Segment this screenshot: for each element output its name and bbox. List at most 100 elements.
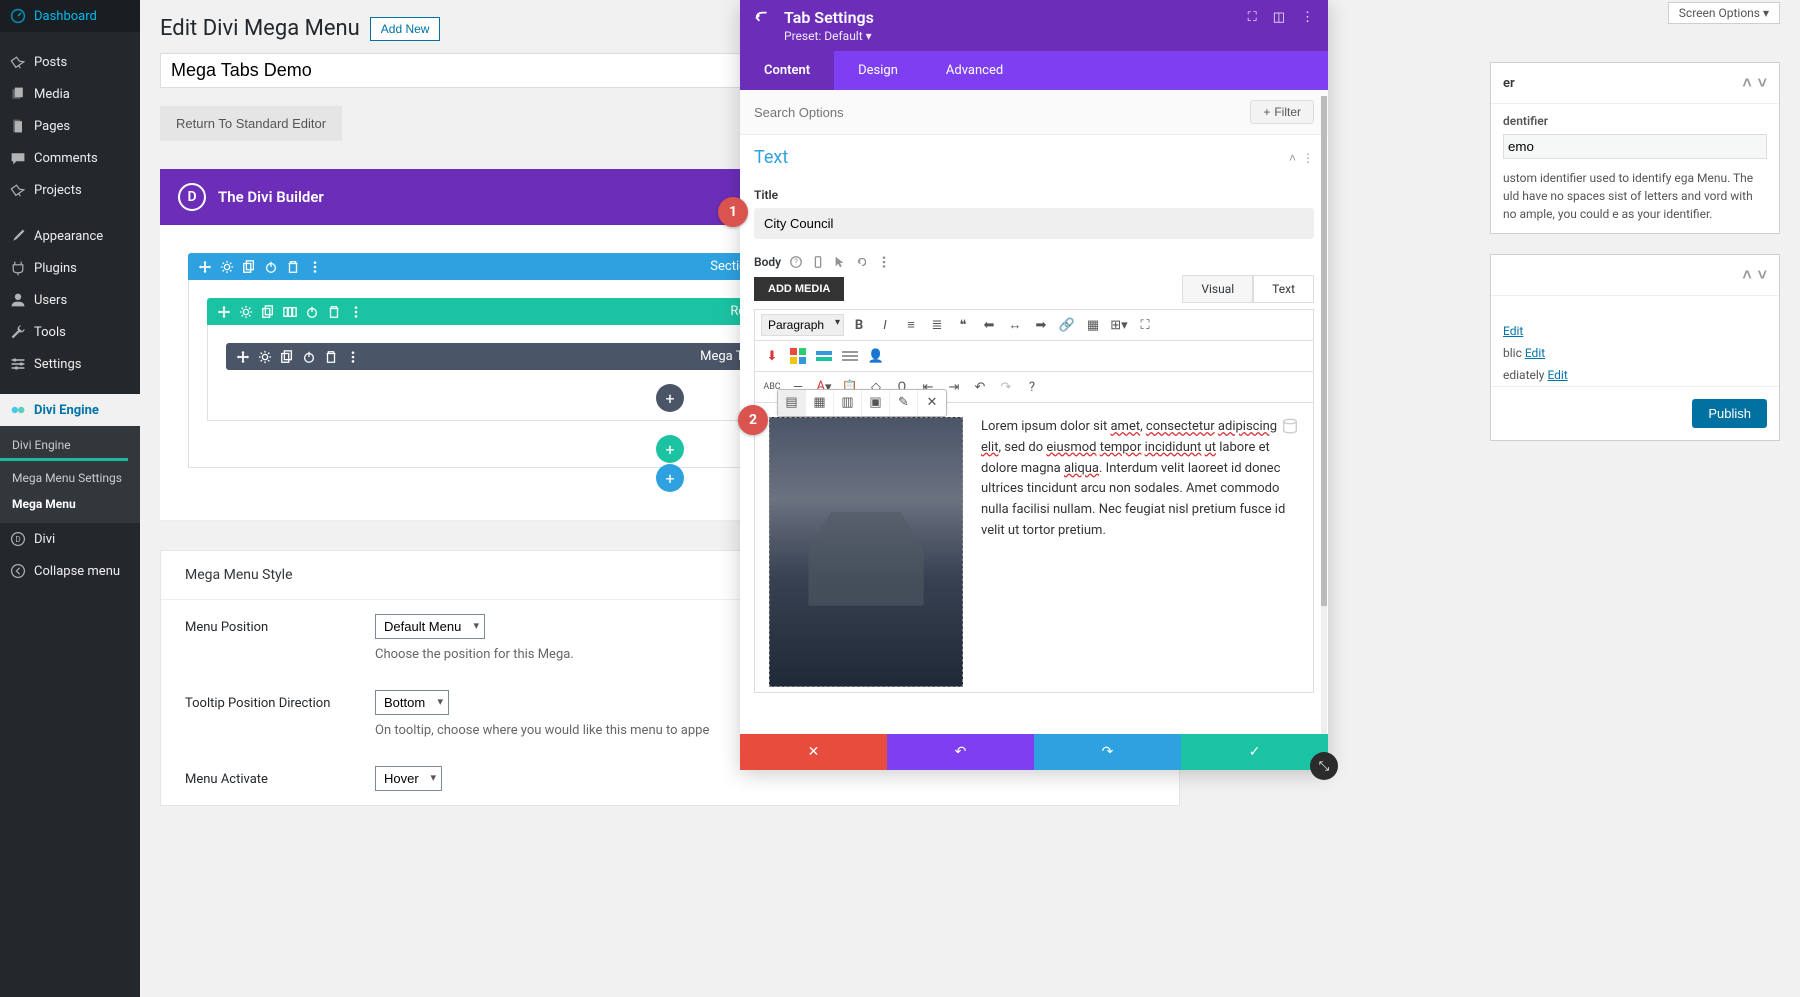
snap-icon[interactable]: ◫	[1273, 10, 1285, 25]
move-icon[interactable]	[236, 350, 250, 364]
sidebar-item-divi-engine[interactable]: Divi Engine	[0, 394, 140, 426]
help-icon[interactable]: ?	[1021, 376, 1043, 398]
power-icon[interactable]	[264, 260, 278, 274]
more-icon[interactable]	[877, 255, 891, 269]
power-icon[interactable]	[302, 350, 316, 364]
sidebar-item-dashboard[interactable]: Dashboard	[0, 0, 140, 32]
duplicate-icon[interactable]	[261, 305, 275, 319]
columns-icon[interactable]	[283, 305, 297, 319]
sidebar-item-media[interactable]: Media	[0, 78, 140, 110]
italic-icon[interactable]: I	[874, 314, 896, 336]
back-icon[interactable]	[754, 9, 772, 27]
add-section-button[interactable]: +	[656, 464, 684, 492]
align-right-icon[interactable]: ➡	[1030, 314, 1052, 336]
more-icon[interactable]: ⋮	[1301, 10, 1314, 25]
chevron-down-icon[interactable]: ˅	[1758, 73, 1767, 93]
undo-icon[interactable]	[855, 255, 869, 269]
preset-label[interactable]: Preset: Default ▾	[740, 29, 1328, 51]
undo-icon[interactable]: ↶	[969, 376, 991, 398]
edit-status-link[interactable]: Edit	[1503, 324, 1523, 338]
sidebar-item-appearance[interactable]: Appearance	[0, 220, 140, 252]
chevron-up-icon[interactable]: ˄	[1742, 265, 1751, 285]
duplicate-icon[interactable]	[242, 260, 256, 274]
sidebar-item-pages[interactable]: Pages	[0, 110, 140, 142]
power-icon[interactable]	[305, 305, 319, 319]
collapse-icon[interactable]: ˄	[1289, 151, 1296, 165]
table-icon[interactable]: ⊞▾	[1108, 314, 1130, 336]
cancel-button[interactable]: ✕	[740, 734, 887, 770]
fullscreen-icon[interactable]: ⛶	[1134, 314, 1156, 336]
sidebar-item-projects[interactable]: Projects	[0, 174, 140, 206]
user-icon[interactable]: 👤	[865, 345, 887, 367]
search-input[interactable]	[754, 105, 1250, 120]
add-row-button[interactable]: +	[656, 435, 684, 463]
move-icon[interactable]	[198, 260, 212, 274]
quote-icon[interactable]: ❝	[952, 314, 974, 336]
tab-advanced[interactable]: Advanced	[922, 51, 1027, 90]
bullet-list-icon[interactable]: ≡	[900, 314, 922, 336]
publish-button[interactable]: Publish	[1692, 399, 1767, 428]
remove-image-icon[interactable]: ✕	[918, 390, 946, 416]
align-left-icon[interactable]: ⬅	[978, 314, 1000, 336]
mode-text[interactable]: Text	[1253, 275, 1314, 303]
align-none-icon[interactable]: ▣	[862, 390, 890, 416]
align-right-icon[interactable]: ▥	[834, 390, 862, 416]
chevron-up-icon[interactable]: ˄	[1742, 73, 1751, 93]
tab-design[interactable]: Design	[834, 51, 922, 90]
identifier-input[interactable]	[1503, 134, 1767, 159]
resize-handle-icon[interactable]: ⤡	[1310, 752, 1338, 780]
edit-schedule-link[interactable]: Edit	[1547, 368, 1567, 382]
colors-icon[interactable]	[787, 345, 809, 367]
add-media-button[interactable]: ADD MEDIA	[754, 277, 844, 301]
layout2-icon[interactable]	[839, 345, 861, 367]
title-input[interactable]	[754, 208, 1314, 239]
modal-scrollbar[interactable]	[1321, 96, 1327, 734]
tooltip-direction-select[interactable]: Bottom	[375, 690, 449, 715]
trash-icon[interactable]	[327, 305, 341, 319]
sidebar-item-plugins[interactable]: Plugins	[0, 252, 140, 284]
chevron-down-icon[interactable]: ˅	[1758, 265, 1767, 285]
trash-icon[interactable]	[286, 260, 300, 274]
sidebar-item-collapse[interactable]: Collapse menu	[0, 555, 140, 587]
content-image[interactable]	[769, 417, 963, 687]
submenu-item-mega-menu[interactable]: Mega Menu	[0, 491, 140, 517]
redo-button[interactable]: ↷	[1034, 734, 1181, 770]
duplicate-icon[interactable]	[280, 350, 294, 364]
sidebar-item-comments[interactable]: Comments	[0, 142, 140, 174]
move-icon[interactable]	[217, 305, 231, 319]
number-list-icon[interactable]: ≣	[926, 314, 948, 336]
filter-button[interactable]: +Filter	[1250, 100, 1314, 124]
more-icon[interactable]	[349, 305, 363, 319]
cursor-icon[interactable]	[833, 255, 847, 269]
menu-position-select[interactable]: Default Menu	[375, 614, 485, 639]
layout1-icon[interactable]	[813, 345, 835, 367]
align-left-icon[interactable]: ▤	[778, 390, 806, 416]
sidebar-item-divi[interactable]: D Divi	[0, 523, 140, 555]
selected-image[interactable]: ▤ ▦ ▥ ▣ ✎ ✕	[769, 417, 963, 687]
sidebar-item-users[interactable]: Users	[0, 284, 140, 316]
expand-icon[interactable]: ⛶	[1248, 10, 1257, 25]
more-icon[interactable]	[308, 260, 322, 274]
edit-image-icon[interactable]: ✎	[890, 390, 918, 416]
gear-icon[interactable]	[258, 350, 272, 364]
editor-content[interactable]: ▤ ▦ ▥ ▣ ✎ ✕ Lorem ipsum dolor sit amet, …	[754, 403, 1314, 693]
submenu-item-divi-engine[interactable]: Divi Engine	[0, 432, 128, 461]
more-icon[interactable]: ⋮	[1302, 151, 1314, 165]
more-icon[interactable]	[346, 350, 360, 364]
insert-icon[interactable]: ▦	[1082, 314, 1104, 336]
indent-icon[interactable]: ⬇	[761, 345, 783, 367]
mode-visual[interactable]: Visual	[1182, 275, 1253, 303]
redo-icon[interactable]: ↷	[995, 376, 1017, 398]
save-button[interactable]: ✓	[1181, 734, 1328, 770]
paragraph-select[interactable]: Paragraph	[761, 314, 844, 336]
tab-content[interactable]: Content	[740, 51, 834, 90]
add-new-button[interactable]: Add New	[370, 17, 441, 41]
mobile-icon[interactable]	[811, 255, 825, 269]
sidebar-item-posts[interactable]: Posts	[0, 46, 140, 78]
gear-icon[interactable]	[220, 260, 234, 274]
gear-icon[interactable]	[239, 305, 253, 319]
return-standard-button[interactable]: Return To Standard Editor	[160, 106, 342, 141]
sidebar-item-tools[interactable]: Tools	[0, 316, 140, 348]
help-icon[interactable]: ?	[789, 255, 803, 269]
align-center-icon[interactable]: ↔	[1004, 314, 1026, 336]
